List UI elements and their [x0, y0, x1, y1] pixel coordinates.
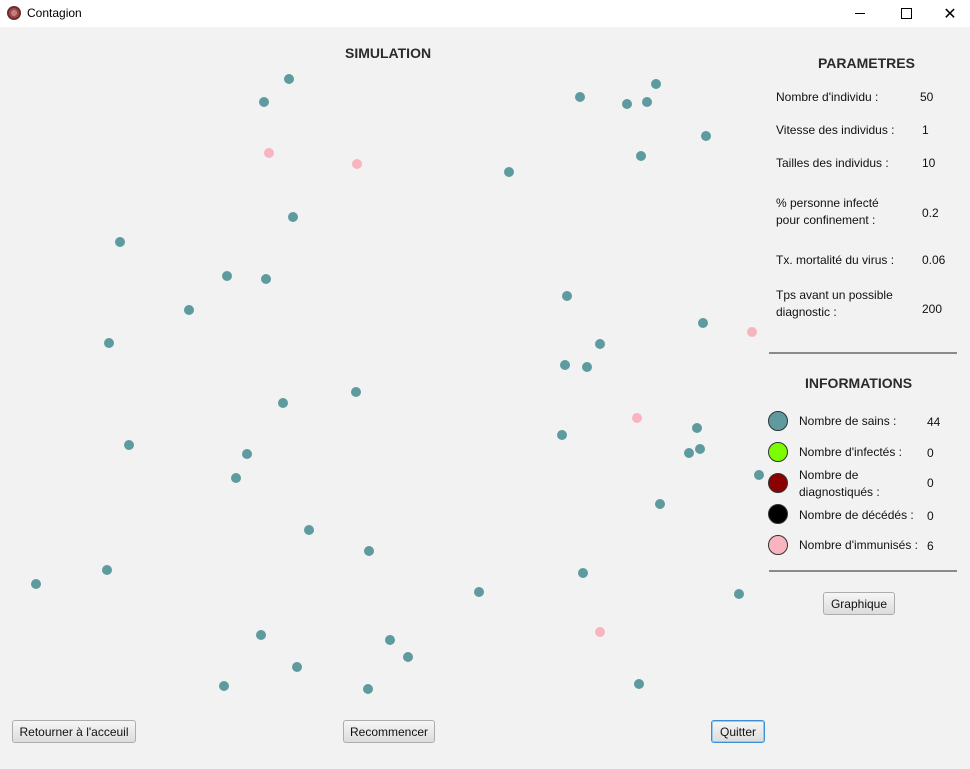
- immunises-legend-icon: [768, 535, 788, 555]
- individual-dot: [632, 413, 642, 423]
- maximize-button[interactable]: [883, 0, 929, 27]
- individual-dot: [701, 131, 711, 141]
- mortalite-value: 0.06: [922, 253, 946, 267]
- diagnostic-label-line2: diagnostic :: [776, 305, 837, 319]
- individual-dot: [754, 470, 764, 480]
- confinement-label-line2: pour confinement :: [776, 213, 876, 227]
- confinement-value: 0.2: [922, 206, 939, 220]
- individual-dot: [261, 274, 271, 284]
- minimize-icon: [855, 13, 865, 14]
- individual-dot: [222, 271, 232, 281]
- nombre-individu-value: 50: [920, 90, 934, 104]
- window-title: Contagion: [27, 6, 82, 20]
- individual-dot: [698, 318, 708, 328]
- graphique-button[interactable]: Graphique: [823, 592, 895, 615]
- individual-dot: [560, 360, 570, 370]
- individual-dot: [642, 97, 652, 107]
- diagnostiques-label-line1: Nombre de: [799, 468, 859, 482]
- individual-dot: [184, 305, 194, 315]
- diagnostiques-value: 0: [927, 476, 934, 490]
- individual-dot: [655, 499, 665, 509]
- individual-dot: [622, 99, 632, 109]
- individual-dot: [562, 291, 572, 301]
- individual-dot: [284, 74, 294, 84]
- vitesse-label: Vitesse des individus :: [776, 123, 895, 137]
- diagnostic-label-line1: Tps avant un possible: [776, 288, 893, 302]
- individual-dot: [351, 387, 361, 397]
- infectes-value: 0: [927, 446, 934, 460]
- individual-dot: [582, 362, 592, 372]
- mortalite-label: Tx. mortalité du virus :: [776, 253, 895, 267]
- individual-dot: [102, 565, 112, 575]
- informations-title: INFORMATIONS: [805, 375, 913, 391]
- maximize-icon: [900, 8, 912, 19]
- parametres-title: PARAMETRES: [818, 55, 915, 71]
- decedes-label: Nombre de décédés :: [799, 508, 914, 522]
- confinement-label-line1: % personne infecté: [776, 196, 879, 210]
- recommencer-button[interactable]: Recommencer: [343, 720, 435, 743]
- individual-dot: [259, 97, 269, 107]
- individual-dot: [595, 339, 605, 349]
- individual-dot: [557, 430, 567, 440]
- diagnostiques-label-line2: diagnostiqués :: [799, 485, 880, 499]
- sains-legend-icon: [768, 411, 788, 431]
- individual-dot: [288, 212, 298, 222]
- immunises-value: 6: [927, 539, 934, 553]
- individual-dot: [636, 151, 646, 161]
- quitter-button[interactable]: Quitter: [711, 720, 765, 743]
- infectes-legend-icon: [768, 442, 788, 462]
- individual-dot: [124, 440, 134, 450]
- sains-value: 44: [927, 415, 941, 429]
- individual-dot: [292, 662, 302, 672]
- individual-dot: [504, 167, 514, 177]
- individual-dot: [692, 423, 702, 433]
- decedes-legend-icon: [768, 504, 788, 524]
- individual-dot: [578, 568, 588, 578]
- immunises-label: Nombre d'immunisés :: [799, 538, 918, 552]
- individual-dot: [278, 398, 288, 408]
- diagnostic-value: 200: [922, 302, 943, 316]
- sains-label: Nombre de sains :: [799, 414, 897, 428]
- individual-dot: [242, 449, 252, 459]
- simulation-canvas: [0, 27, 765, 707]
- individual-dot: [734, 589, 744, 599]
- individual-dot: [363, 684, 373, 694]
- individual-dot: [104, 338, 114, 348]
- individual-dot: [231, 473, 241, 483]
- close-icon: ✕: [943, 4, 957, 23]
- individual-dot: [31, 579, 41, 589]
- tailles-label: Tailles des individus :: [776, 156, 889, 170]
- individual-dot: [595, 627, 605, 637]
- virus-icon: [7, 6, 21, 20]
- tailles-value: 10: [922, 156, 936, 170]
- title-bar: Contagion ✕: [0, 0, 970, 27]
- individual-dot: [304, 525, 314, 535]
- individual-dot: [684, 448, 694, 458]
- separator: [769, 570, 957, 572]
- individual-dot: [575, 92, 585, 102]
- diagnostiques-legend-icon: [768, 473, 788, 493]
- individual-dot: [385, 635, 395, 645]
- retour-accueil-button[interactable]: Retourner à l'acceuil: [12, 720, 136, 743]
- separator: [769, 352, 957, 354]
- individual-dot: [747, 327, 757, 337]
- individual-dot: [264, 148, 274, 158]
- individual-dot: [634, 679, 644, 689]
- individual-dot: [256, 630, 266, 640]
- minimize-button[interactable]: [837, 0, 883, 27]
- individual-dot: [364, 546, 374, 556]
- infectes-label: Nombre d'infectés :: [799, 445, 903, 459]
- individual-dot: [219, 681, 229, 691]
- decedes-value: 0: [927, 509, 934, 523]
- individual-dot: [115, 237, 125, 247]
- individual-dot: [651, 79, 661, 89]
- close-button[interactable]: ✕: [927, 0, 970, 27]
- vitesse-value: 1: [922, 123, 929, 137]
- individual-dot: [695, 444, 705, 454]
- individual-dot: [474, 587, 484, 597]
- individual-dot: [352, 159, 362, 169]
- individual-dot: [403, 652, 413, 662]
- nombre-individu-label: Nombre d'individu :: [776, 90, 879, 104]
